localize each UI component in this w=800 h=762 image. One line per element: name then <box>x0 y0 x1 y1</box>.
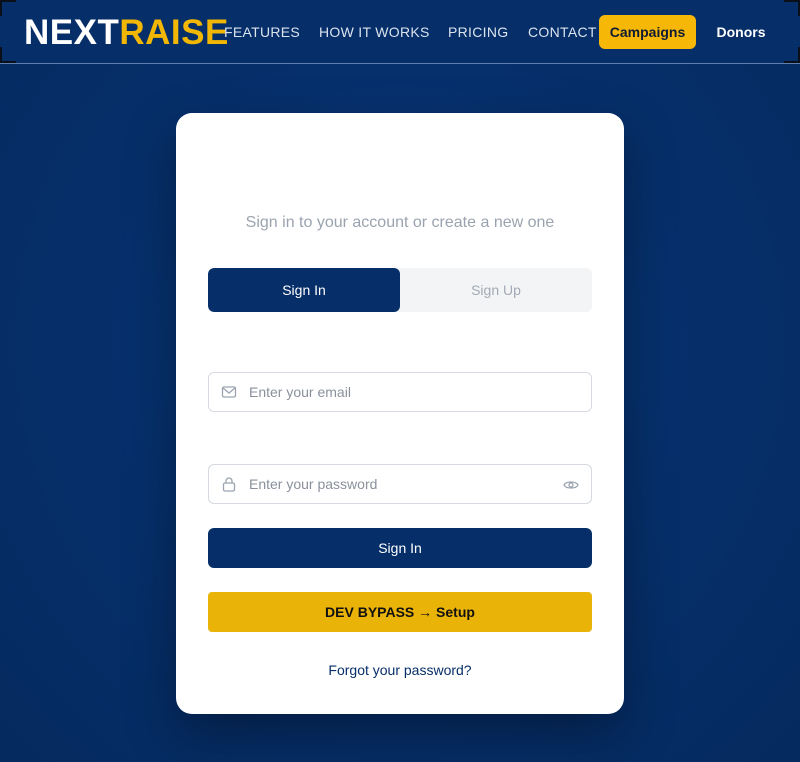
password-input[interactable] <box>249 465 549 503</box>
dev-bypass-button[interactable]: DEV BYPASS → Setup <box>208 592 592 632</box>
auth-card: Sign in to your account or create a new … <box>176 113 624 714</box>
auth-tabs: Sign In Sign Up <box>208 268 592 312</box>
corner-mark <box>784 0 800 16</box>
email-field <box>208 372 592 412</box>
eye-icon[interactable] <box>563 477 579 493</box>
sign-in-button[interactable]: Sign In <box>208 528 592 568</box>
tab-sign-up[interactable]: Sign Up <box>400 268 592 312</box>
brand-logo-part1: NEXT <box>24 13 120 52</box>
nav-link-contact[interactable]: CONTACT <box>528 24 597 40</box>
auth-subtitle: Sign in to your account or create a new … <box>245 214 555 231</box>
nav-link-pricing[interactable]: PRICING <box>448 24 508 40</box>
mail-icon <box>221 386 237 398</box>
corner-mark <box>0 47 16 63</box>
lock-icon <box>222 477 236 492</box>
corner-mark <box>0 0 16 16</box>
forgot-password-link[interactable]: Forgot your password? <box>176 662 624 678</box>
tab-sign-in[interactable]: Sign In <box>208 268 400 312</box>
brand-logo-part2: RAISE <box>119 13 229 52</box>
email-input[interactable] <box>249 373 549 411</box>
nav-link-features[interactable]: FEATURES <box>224 24 300 40</box>
password-field <box>208 464 592 504</box>
corner-mark <box>784 47 800 63</box>
donors-button[interactable]: Donors <box>706 15 776 49</box>
brand-logo[interactable]: NEXTRAISE <box>24 14 229 52</box>
campaigns-button[interactable]: Campaigns <box>599 15 696 49</box>
top-navigation-bar: NEXTRAISE FEATURES HOW IT WORKS PRICING … <box>0 0 800 64</box>
nav-link-how-it-works[interactable]: HOW IT WORKS <box>319 24 430 40</box>
